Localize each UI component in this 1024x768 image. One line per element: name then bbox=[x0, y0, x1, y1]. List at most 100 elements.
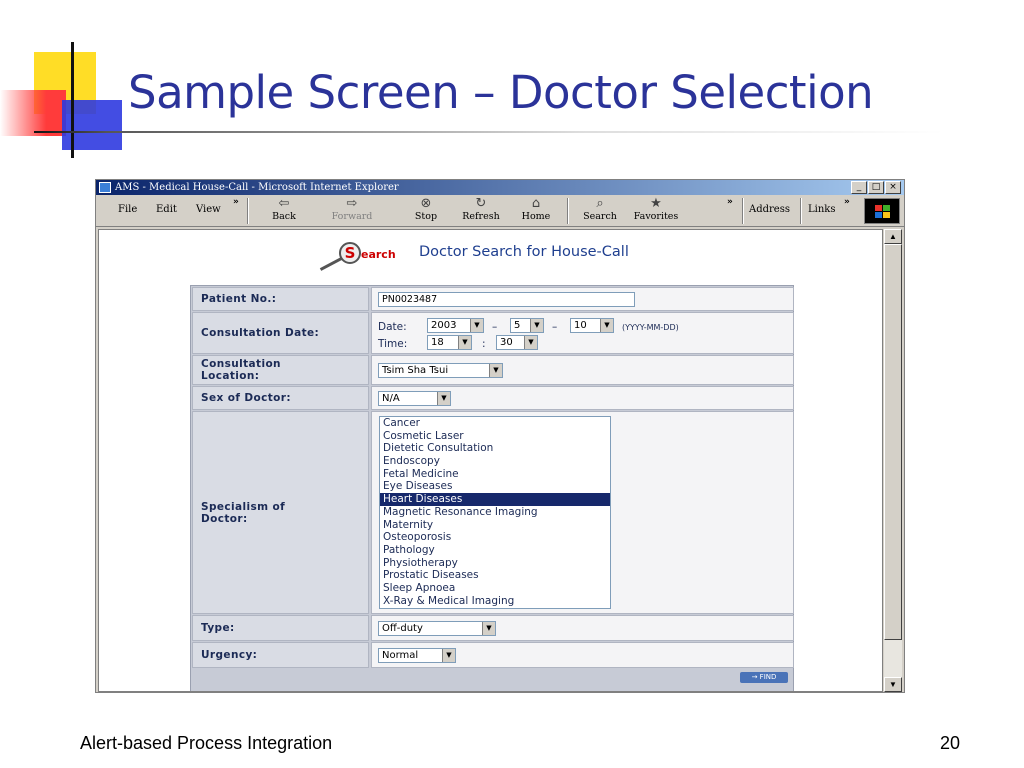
type-select[interactable]: Off-duty ▼ bbox=[378, 621, 496, 636]
toolbar-chevron-icon[interactable]: » bbox=[727, 197, 733, 207]
maximize-button[interactable]: □ bbox=[868, 181, 884, 194]
menu-edit[interactable]: Edit bbox=[156, 204, 177, 215]
favorites-icon: ★ bbox=[650, 196, 662, 211]
refresh-button[interactable]: ↻ Refresh bbox=[457, 196, 505, 226]
consultation-location-cell: Tsim Sha Tsui ▼ bbox=[371, 355, 794, 385]
links-chevron-icon[interactable]: » bbox=[844, 197, 850, 207]
chevron-down-icon: ▼ bbox=[482, 622, 495, 635]
search-button[interactable]: ⌕ Search bbox=[576, 196, 624, 226]
type-value: Off-duty bbox=[382, 623, 423, 634]
browser-toolbar: File Edit View » ⇦ Back ⇨ Forward ⊗ Stop… bbox=[96, 195, 904, 227]
year-select[interactable]: 2003 ▼ bbox=[427, 318, 484, 333]
scroll-down-icon[interactable]: ▼ bbox=[884, 677, 902, 692]
menu-chevron-icon[interactable]: » bbox=[233, 197, 239, 207]
form-row-specialism: Specialism of Doctor: Cancer Cosmetic La… bbox=[192, 411, 794, 614]
month-select[interactable]: 5 ▼ bbox=[510, 318, 544, 333]
type-label: Type: bbox=[192, 615, 369, 641]
list-item[interactable]: Prostatic Diseases bbox=[380, 569, 610, 582]
specialism-label: Specialism of Doctor: bbox=[192, 411, 369, 614]
minute-select[interactable]: 30 ▼ bbox=[496, 335, 538, 350]
toolbar-separator bbox=[800, 198, 802, 224]
location-value: Tsim Sha Tsui bbox=[382, 365, 449, 376]
slide-decoration-vertical-line bbox=[71, 42, 74, 158]
chevron-down-icon: ▼ bbox=[470, 319, 483, 332]
stop-button[interactable]: ⊗ Stop bbox=[402, 196, 450, 226]
list-item[interactable]: X-Ray & Medical Imaging bbox=[380, 595, 610, 608]
home-button[interactable]: ⌂ Home bbox=[512, 196, 560, 226]
consultation-location-label-line2: Location: bbox=[201, 370, 260, 382]
vertical-scrollbar[interactable]: ▲ ▼ bbox=[884, 229, 902, 692]
sex-select[interactable]: N/A ▼ bbox=[378, 391, 451, 406]
form-row-sex-of-doctor: Sex of Doctor: N/A ▼ bbox=[192, 386, 794, 410]
search-logo: S earch bbox=[317, 242, 407, 271]
list-item[interactable]: Endoscopy bbox=[380, 455, 610, 468]
minimize-button[interactable]: _ bbox=[851, 181, 867, 194]
slide-footer: Alert-based Process Integration bbox=[80, 733, 333, 753]
list-item[interactable]: Fetal Medicine bbox=[380, 468, 610, 481]
scrollbar-thumb[interactable] bbox=[884, 244, 902, 640]
date-separator: – bbox=[552, 321, 558, 333]
toolbar-separator bbox=[742, 198, 744, 224]
forward-button[interactable]: ⇨ Forward bbox=[328, 196, 376, 226]
list-item[interactable]: Cosmetic Laser bbox=[380, 430, 610, 443]
window-title: AMS - Medical House-Call - Microsoft Int… bbox=[115, 182, 399, 193]
address-bar-label[interactable]: Address bbox=[749, 204, 790, 215]
chevron-down-icon: ▼ bbox=[530, 319, 543, 332]
patient-no-label: Patient No.: bbox=[192, 287, 369, 311]
location-select[interactable]: Tsim Sha Tsui ▼ bbox=[378, 363, 503, 378]
list-item-selected[interactable]: Heart Diseases bbox=[380, 493, 610, 506]
specialism-label-line2: Doctor: bbox=[201, 512, 248, 525]
list-item[interactable]: Pathology bbox=[380, 544, 610, 557]
links-button[interactable]: Links bbox=[808, 204, 835, 215]
scroll-up-icon[interactable]: ▲ bbox=[884, 229, 902, 244]
list-item[interactable]: Physiotherapy bbox=[380, 557, 610, 570]
list-item[interactable]: Maternity bbox=[380, 519, 610, 532]
form-row-urgency: Urgency: Normal ▼ bbox=[192, 642, 794, 668]
favorites-button[interactable]: ★ Favorites bbox=[632, 196, 680, 226]
day-select[interactable]: 10 ▼ bbox=[570, 318, 614, 333]
refresh-icon: ↻ bbox=[475, 196, 487, 211]
menu-file[interactable]: File bbox=[118, 204, 137, 215]
list-item[interactable]: Eye Diseases bbox=[380, 480, 610, 493]
slide-page-number: 20 bbox=[940, 733, 961, 753]
patient-no-input[interactable]: PN0023487 bbox=[378, 292, 635, 307]
form-row-consultation-date: Consultation Date: Date: 2003 ▼ – 5 ▼ – 10… bbox=[192, 312, 794, 354]
chevron-down-icon: ▼ bbox=[524, 336, 537, 349]
patient-no-cell: PN0023487 bbox=[371, 287, 794, 311]
list-item[interactable]: Cancer bbox=[380, 417, 610, 430]
urgency-value: Normal bbox=[382, 650, 419, 661]
stop-icon: ⊗ bbox=[420, 196, 432, 211]
slide-title: Sample Screen – Doctor Selection bbox=[128, 66, 874, 119]
menu-view[interactable]: View bbox=[196, 204, 221, 215]
browser-window: AMS - Medical House-Call - Microsoft Int… bbox=[95, 179, 905, 693]
slide-decoration-red bbox=[0, 90, 66, 136]
time-separator: : bbox=[482, 338, 486, 350]
list-item[interactable]: Dietetic Consultation bbox=[380, 442, 610, 455]
consultation-date-label: Consultation Date: bbox=[192, 312, 369, 354]
search-logo-text: earch bbox=[361, 248, 396, 261]
urgency-select[interactable]: Normal ▼ bbox=[378, 648, 456, 663]
specialism-label-line1: Specialism of bbox=[201, 500, 286, 513]
hour-select[interactable]: 18 ▼ bbox=[427, 335, 472, 350]
sex-value: N/A bbox=[382, 393, 400, 404]
specialism-listbox[interactable]: Cancer Cosmetic Laser Dietetic Consultat… bbox=[379, 416, 611, 609]
chevron-down-icon: ▼ bbox=[437, 392, 450, 405]
consultation-location-label-line1: Consultation bbox=[201, 358, 281, 370]
sex-of-doctor-cell: N/A ▼ bbox=[371, 386, 794, 410]
year-value: 2003 bbox=[431, 320, 457, 331]
ie-icon bbox=[99, 182, 111, 193]
page-content: S earch Doctor Search for House-Call Pat… bbox=[98, 229, 883, 692]
list-item[interactable]: Sleep Apnoea bbox=[380, 582, 610, 595]
find-button[interactable]: → FIND bbox=[740, 672, 788, 683]
close-button[interactable]: × bbox=[885, 181, 901, 194]
sex-of-doctor-label: Sex of Doctor: bbox=[192, 386, 369, 410]
urgency-cell: Normal ▼ bbox=[371, 642, 794, 668]
back-button[interactable]: ⇦ Back bbox=[260, 196, 308, 226]
list-item[interactable]: Magnetic Resonance Imaging bbox=[380, 506, 610, 519]
refresh-label: Refresh bbox=[462, 211, 500, 222]
form-row-type: Type: Off-duty ▼ bbox=[192, 615, 794, 641]
hour-value: 18 bbox=[431, 337, 444, 348]
form-row-patient-no: Patient No.: PN0023487 bbox=[192, 287, 794, 311]
list-item[interactable]: Osteoporosis bbox=[380, 531, 610, 544]
chevron-down-icon: ▼ bbox=[489, 364, 502, 377]
